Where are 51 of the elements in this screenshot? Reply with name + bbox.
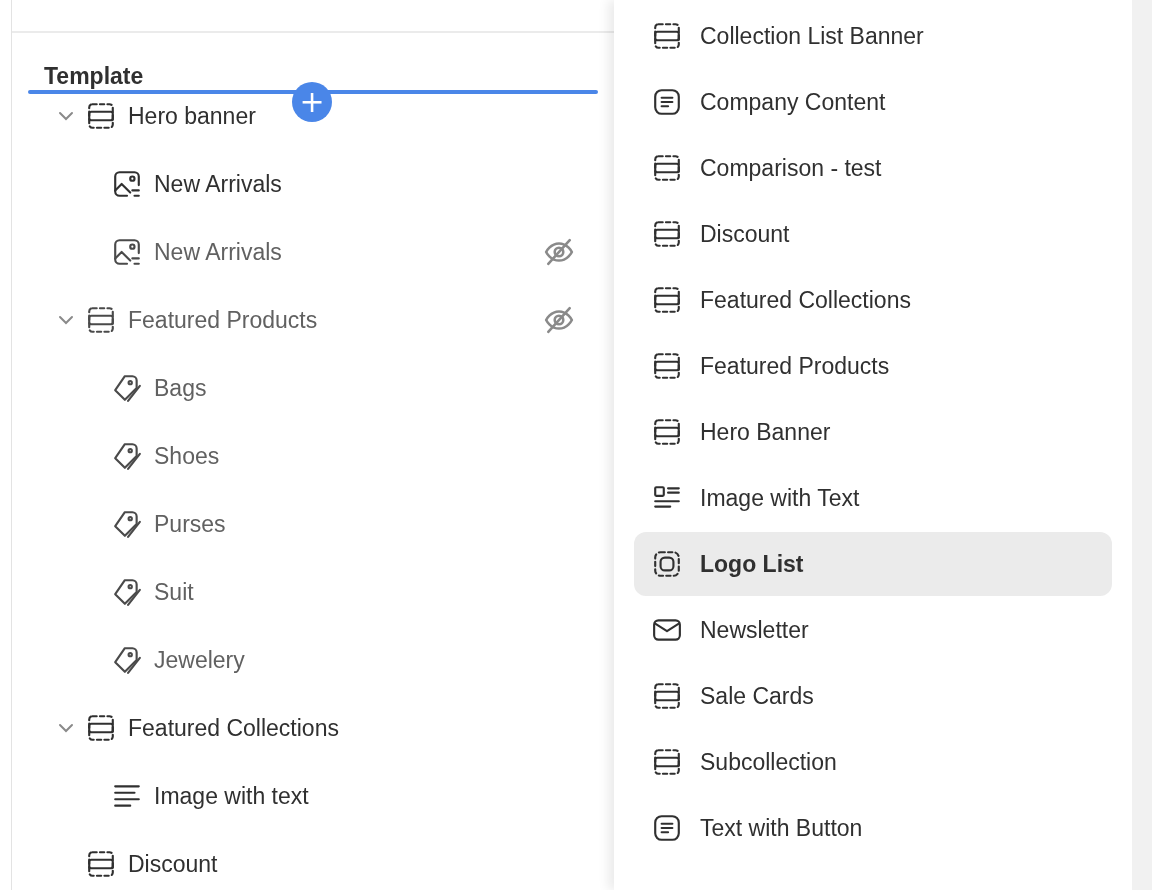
tag-icon: [112, 373, 142, 403]
menu-item[interactable]: Comparison - test: [634, 136, 1112, 200]
tag-icon: [112, 509, 142, 539]
tree-item-label[interactable]: Purses: [154, 510, 226, 538]
logo-frame-icon: [652, 549, 682, 579]
menu-item[interactable]: Text with Button: [634, 796, 1112, 860]
menu-item[interactable]: Logo List: [634, 532, 1112, 596]
add-section-button[interactable]: +: [292, 82, 332, 122]
dashed-section-icon: [86, 305, 116, 335]
tree-item-label[interactable]: Featured Products: [128, 306, 318, 334]
dashed-section-icon: [652, 681, 682, 711]
dashed-section-icon: [652, 417, 682, 447]
tag-icon: [112, 441, 142, 471]
image-icon: [112, 237, 142, 267]
tree-item-label[interactable]: Shoes: [154, 442, 220, 470]
dashed-section-icon: [652, 747, 682, 777]
dashed-section-icon: [652, 153, 682, 183]
tree-item-label[interactable]: Featured Collections: [128, 714, 339, 742]
eye-off-icon[interactable]: [544, 237, 574, 267]
tree-item-label[interactable]: Bags: [154, 374, 207, 402]
tree-item-label[interactable]: Suit: [154, 578, 194, 606]
section-heading: Template: [43, 62, 145, 90]
menu-item[interactable]: Sale Cards: [634, 664, 1112, 728]
dashed-section-icon: [86, 713, 116, 743]
dashed-section-icon: [86, 849, 116, 879]
menu-item[interactable]: Featured Products: [634, 334, 1112, 398]
menu-item[interactable]: Hero Banner: [634, 400, 1112, 464]
menu-item[interactable]: Subcollection: [634, 730, 1112, 794]
dashed-section-icon: [652, 285, 682, 315]
document-lines-icon: [652, 813, 682, 843]
dashed-section-icon: [86, 101, 116, 131]
dashed-section-icon: [652, 219, 682, 249]
tree-item-label[interactable]: Discount: [128, 850, 218, 878]
tag-icon: [112, 577, 142, 607]
dashed-section-icon: [652, 21, 682, 51]
menu-item[interactable]: Image with Text: [634, 466, 1112, 530]
dashed-section-icon: [652, 351, 682, 381]
eye-off-icon[interactable]: [544, 305, 574, 335]
document-lines-icon: [652, 87, 682, 117]
menu-item[interactable]: Collection List Banner: [634, 4, 1112, 68]
tag-icon: [112, 645, 142, 675]
menu-item[interactable]: Discount: [634, 202, 1112, 266]
tree-item-label[interactable]: Hero banner: [128, 102, 256, 130]
menu-item[interactable]: Company Content: [634, 70, 1112, 134]
tree-item-label[interactable]: New Arrivals: [154, 238, 282, 266]
image-icon: [112, 169, 142, 199]
menu-item[interactable]: Newsletter: [634, 598, 1112, 662]
tree-item-label[interactable]: Jewelery: [154, 646, 245, 674]
tree-item-label[interactable]: New Arrivals: [154, 170, 282, 198]
menu-item[interactable]: Featured Collections: [634, 268, 1112, 332]
tree-item-label[interactable]: Image with text: [154, 782, 309, 810]
